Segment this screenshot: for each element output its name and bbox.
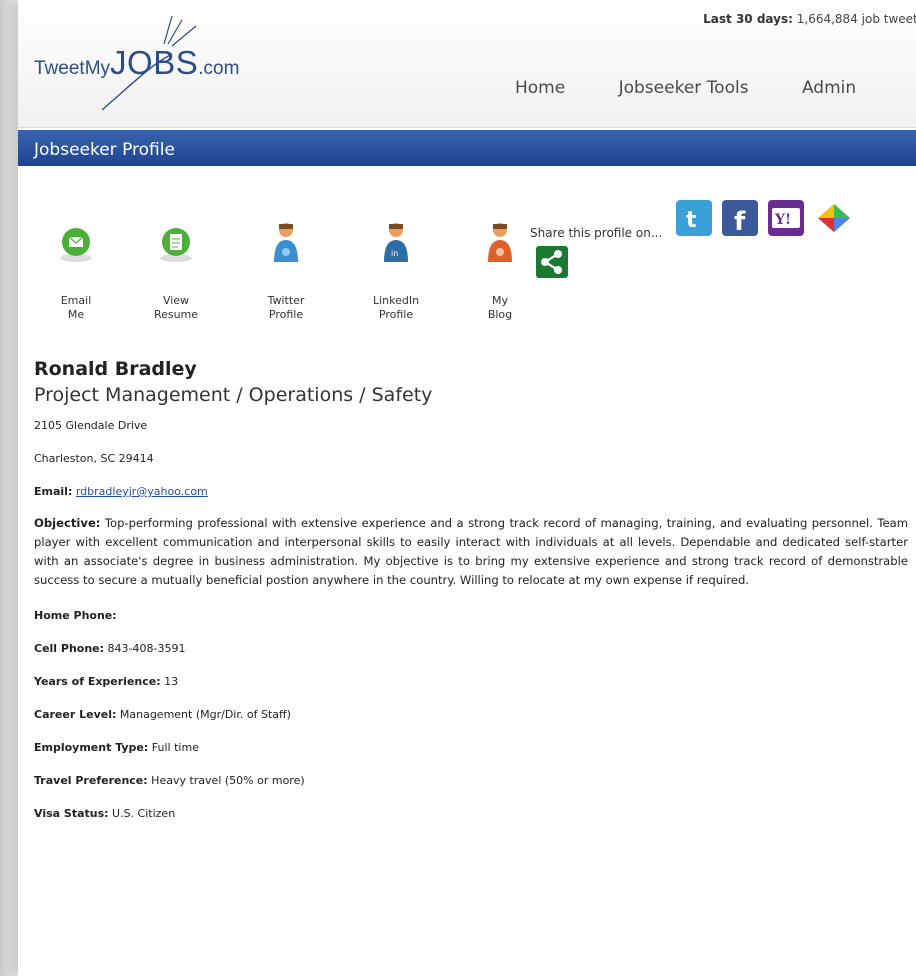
action-label-line1: Email	[60, 294, 92, 307]
experience-row: Years of Experience: 13	[34, 674, 908, 689]
blog-icon	[480, 220, 520, 264]
cell-phone-row: Cell Phone: 843-408-3591	[34, 641, 908, 656]
page-title: Jobseeker Profile	[34, 140, 175, 160]
page: TweetMyJOBS.com Last 30 days: 1,664,884 …	[18, 0, 916, 976]
stats-label: Last 30 days:	[703, 12, 793, 26]
visa-row: Visa Status: U.S. Citizen	[34, 806, 908, 821]
objective-text: Top-performing professional with extensi…	[34, 516, 908, 587]
action-label-line2: Me	[67, 308, 85, 321]
profile-actions: Email Me View Resume Twitter Profile in …	[36, 220, 536, 350]
nav-home[interactable]: Home	[515, 78, 565, 98]
email-link[interactable]: rdbradleyjr@yahoo.com	[76, 485, 208, 498]
action-label-line1: Twitter	[267, 294, 305, 307]
home-phone-row: Home Phone:	[34, 608, 908, 623]
profile-headline: Project Management / Operations / Safety	[34, 384, 433, 406]
career-level-value: Management (Mgr/Dir. of Staff)	[119, 708, 291, 721]
google-buzz-icon[interactable]	[814, 200, 850, 236]
nav-admin[interactable]: Admin	[802, 78, 856, 98]
career-level-row: Career Level: Management (Mgr/Dir. of St…	[34, 707, 908, 722]
experience-value: 13	[164, 675, 179, 688]
profile-details: Ronald Bradley Project Management / Oper…	[34, 358, 908, 821]
email-label: Email:	[34, 485, 73, 498]
site-logo[interactable]: TweetMyJOBS.com	[32, 14, 312, 118]
address-line2: Charleston, SC 29414	[34, 452, 154, 465]
profile-name: Ronald Bradley	[34, 358, 197, 380]
facebook-icon[interactable]: f	[722, 200, 758, 237]
employment-type-label: Employment Type:	[34, 741, 149, 754]
action-label-line1: My	[491, 294, 508, 307]
linkedin-profile-button[interactable]: in LinkedIn Profile	[356, 220, 436, 322]
home-phone-label: Home Phone:	[34, 609, 117, 622]
address-line1: 2105 Glendale Drive	[34, 419, 148, 432]
action-label-line2: Blog	[487, 308, 513, 321]
action-label-line1: LinkedIn	[372, 294, 420, 307]
action-label-line2: Resume	[153, 308, 199, 321]
nav-jobseeker-tools[interactable]: Jobseeker Tools	[619, 78, 749, 98]
cell-phone-value: 843-408-3591	[107, 642, 186, 655]
employment-type-row: Employment Type: Full time	[34, 740, 908, 755]
logo-suffix: .com	[198, 58, 240, 79]
view-resume-button[interactable]: View Resume	[136, 220, 216, 322]
twitter-profile-icon	[266, 220, 306, 264]
email-me-button[interactable]: Email Me	[36, 220, 116, 322]
my-blog-button[interactable]: My Blog	[460, 220, 540, 322]
visa-label: Visa Status:	[34, 807, 109, 820]
action-label-line1: View	[162, 294, 190, 307]
objective-row: Objective: Top-performing professional w…	[34, 514, 908, 590]
travel-value: Heavy travel (50% or more)	[151, 774, 305, 787]
email-row: Email: rdbradleyjr@yahoo.com	[34, 484, 908, 499]
twitter-icon[interactable]: t	[676, 200, 712, 236]
action-label-line2: Profile	[268, 308, 304, 321]
share-icon[interactable]	[536, 246, 568, 278]
yahoo-icon[interactable]: Y!	[768, 200, 804, 236]
logo-main: JOBS	[110, 44, 199, 81]
travel-row: Travel Preference: Heavy travel (50% or …	[34, 773, 908, 788]
page-title-bar: Jobseeker Profile	[18, 130, 916, 166]
main-nav: Home Jobseeker Tools Admin	[515, 78, 904, 98]
cell-phone-label: Cell Phone:	[34, 642, 105, 655]
svg-text:t: t	[686, 208, 697, 233]
employment-type-value: Full time	[151, 741, 199, 754]
objective-label: Objective:	[34, 516, 101, 530]
experience-label: Years of Experience:	[34, 675, 161, 688]
share-text: Share this profile on...	[530, 226, 663, 240]
svg-text:Y!: Y!	[774, 212, 791, 228]
action-label-line2: Profile	[378, 308, 414, 321]
job-stats: Last 30 days: 1,664,884 job tweets	[703, 12, 916, 26]
share-profile: Share this profile on... t f Y!	[530, 200, 890, 290]
twitter-profile-button[interactable]: Twitter Profile	[246, 220, 326, 322]
site-header: TweetMyJOBS.com Last 30 days: 1,664,884 …	[18, 0, 916, 128]
visa-value: U.S. Citizen	[112, 807, 176, 820]
logo-prefix: TweetMy	[34, 58, 111, 79]
stats-value: 1,664,884 job tweets	[796, 12, 916, 26]
career-level-label: Career Level:	[34, 708, 117, 721]
linkedin-profile-icon: in	[376, 220, 416, 264]
email-icon	[56, 220, 96, 264]
resume-icon	[156, 220, 196, 264]
travel-label: Travel Preference:	[34, 774, 148, 787]
svg-text:in: in	[391, 249, 398, 258]
svg-text:f: f	[734, 207, 746, 236]
